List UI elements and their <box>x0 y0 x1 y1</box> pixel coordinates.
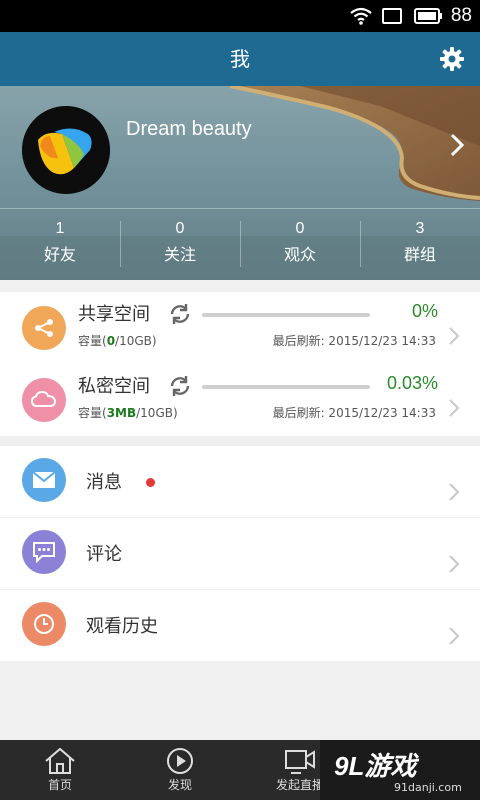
unread-badge <box>146 478 155 487</box>
chevron-right-icon <box>449 627 460 645</box>
stat-friends[interactable]: 1 好友 <box>0 209 120 280</box>
app-header: 我 <box>0 32 480 86</box>
stat-label: 群组 <box>403 245 436 264</box>
share-icon <box>22 306 66 350</box>
storage-title: 私密空间 <box>78 376 150 397</box>
capacity-used: 0 <box>106 334 116 348</box>
discover-icon <box>167 748 193 774</box>
wifi-icon <box>350 7 372 25</box>
stat-count: 0 <box>295 220 305 237</box>
gear-icon[interactable] <box>438 45 466 73</box>
app-logo-icon <box>22 106 110 194</box>
username[interactable]: Dream beauty <box>126 118 252 141</box>
page-title: 我 <box>230 47 250 71</box>
stat-count: 3 <box>415 220 425 237</box>
stat-label: 观众 <box>283 245 316 264</box>
comment-icon <box>22 530 66 574</box>
stat-label: 关注 <box>163 245 196 264</box>
stat-count: 1 <box>55 220 65 237</box>
profile-stats: 1 好友 0 关注 0 观众 3 群组 <box>0 208 480 280</box>
menu-item-messages[interactable]: 消息 <box>0 446 480 517</box>
menu-item-comments[interactable]: 评论 <box>0 518 480 589</box>
menu-label: 消息 <box>86 472 122 493</box>
progress-bar <box>202 385 370 389</box>
storage-percent: 0.03% <box>386 373 438 393</box>
nav-item-discover[interactable]: 发现 <box>120 740 240 800</box>
capacity-prefix: 容量( <box>78 406 107 420</box>
watermark: 9L游戏 91danji.com <box>320 740 480 800</box>
nav-label: 发现 <box>167 778 192 792</box>
menu-label: 评论 <box>86 544 122 565</box>
chevron-right-icon <box>449 327 460 345</box>
capacity: 容量(0/10GB) <box>78 332 157 349</box>
stat-groups[interactable]: 3 群组 <box>360 209 480 280</box>
clock-icon <box>22 602 66 646</box>
chevron-right-icon <box>449 555 460 573</box>
last-refresh: 最后刷新: 2015/12/23 14:33 <box>272 406 436 420</box>
home-icon <box>45 747 75 774</box>
stat-label: 好友 <box>43 245 76 264</box>
capacity-used: 3MB <box>106 406 137 420</box>
refresh-icon[interactable] <box>168 374 192 398</box>
stat-following[interactable]: 0 关注 <box>120 209 240 280</box>
menu-item-watch-history[interactable]: 观看历史 <box>0 590 480 661</box>
status-bar: 88 <box>0 0 480 32</box>
watermark-url: 91danji.com <box>394 781 462 794</box>
storage-percent: 0% <box>411 301 438 321</box>
menu-label: 观看历史 <box>86 616 158 637</box>
capacity-total: /10GB) <box>136 406 178 420</box>
chevron-right-icon[interactable] <box>448 132 466 158</box>
nav-label: 首页 <box>47 778 72 792</box>
capacity-prefix: 容量( <box>78 334 107 348</box>
last-refresh: 最后刷新: 2015/12/23 14:33 <box>272 334 436 348</box>
refresh-icon[interactable] <box>168 302 192 326</box>
nav-item-home[interactable]: 首页 <box>0 740 120 800</box>
shared-space-card[interactable]: 共享空间 0% 容量(0/10GB) 最后刷新: 2015/12/23 14:3… <box>0 292 480 364</box>
cloud-icon <box>22 378 66 422</box>
stat-count: 0 <box>175 220 185 237</box>
mail-icon <box>22 458 66 502</box>
status-icons: 88 <box>349 4 472 28</box>
storage-title: 共享空间 <box>78 304 150 325</box>
chevron-right-icon <box>449 399 460 417</box>
private-space-card[interactable]: 私密空间 0.03% 容量(3MB/10GB) 最后刷新: 2015/12/23… <box>0 364 480 436</box>
watermark-logo: 9L游戏 <box>334 751 417 781</box>
video-camera-icon <box>285 750 315 774</box>
stat-audience[interactable]: 0 观众 <box>240 209 360 280</box>
battery-level: 88 <box>450 5 472 26</box>
capacity: 容量(3MB/10GB) <box>78 404 178 421</box>
chevron-right-icon <box>449 483 460 501</box>
signal-icon <box>381 8 402 24</box>
avatar[interactable] <box>22 106 110 194</box>
profile-banner: Dream beauty 1 好友 0 关注 0 观众 3 群组 <box>0 86 480 280</box>
progress-bar <box>202 313 370 317</box>
capacity-total: /10GB) <box>115 334 157 348</box>
battery-icon <box>413 8 442 24</box>
